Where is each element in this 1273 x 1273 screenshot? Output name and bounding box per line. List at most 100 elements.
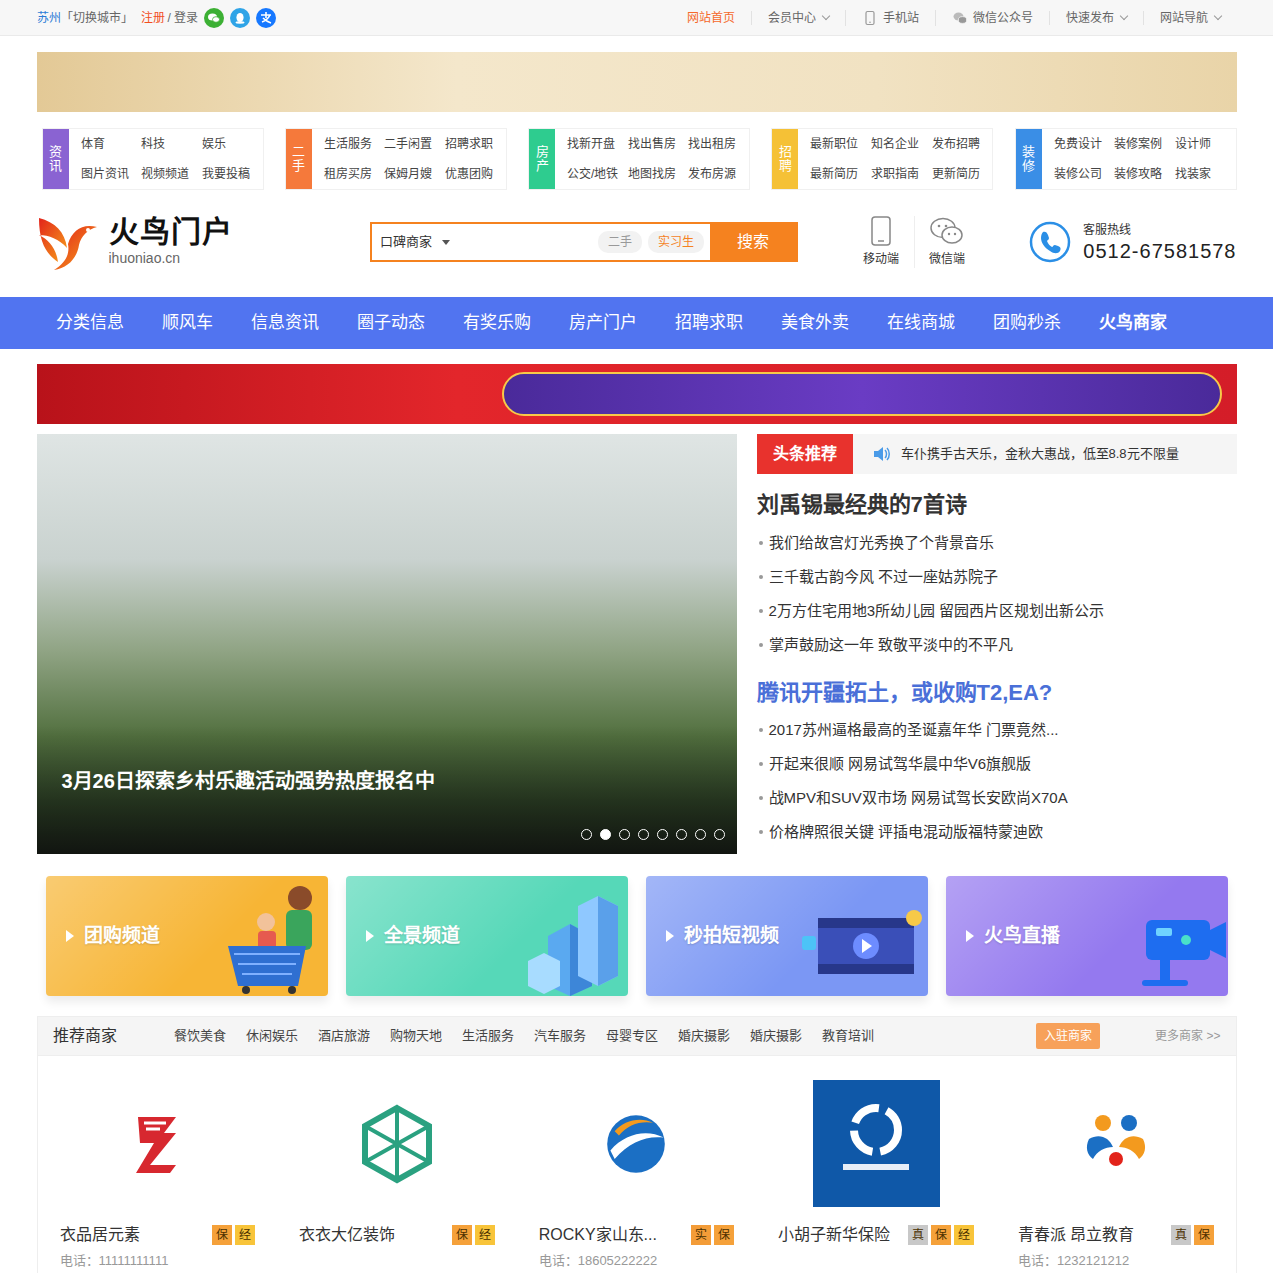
app-link[interactable]: 移动端	[848, 216, 914, 268]
category-link[interactable]: 找出售房	[628, 135, 689, 153]
news-item[interactable]: 2万方住宅用地3所幼儿园 留园西片区规划出新公示	[757, 594, 1237, 628]
top-link[interactable]: 快速发布	[1049, 11, 1143, 25]
merchant-card[interactable]: 衣品居元素保经电话：11111111111	[38, 1080, 278, 1271]
top-link[interactable]: 网站首页	[671, 11, 751, 25]
category-link[interactable]: 视频频道	[141, 165, 202, 183]
news-item[interactable]: 价格牌照很关键 评插电混动版福特蒙迪欧	[757, 815, 1237, 849]
nav-item[interactable]: 招聘求职	[675, 310, 743, 336]
merchant-card[interactable]: 青春派 昂立教育真保电话：1232121212	[996, 1080, 1236, 1271]
merchant-tab[interactable]: 酒店旅游	[318, 1026, 370, 1046]
slider-dot[interactable]	[676, 829, 687, 840]
nav-item[interactable]: 火鸟商家	[1099, 310, 1167, 336]
top-link[interactable]: 会员中心	[751, 11, 845, 25]
merchant-card[interactable]: 小胡子新华保险真保经	[756, 1080, 996, 1271]
city-name[interactable]: 苏州	[37, 9, 61, 27]
category-link[interactable]: 保姆月嫂	[384, 165, 445, 183]
qq-login-icon[interactable]	[230, 8, 250, 28]
merchant-tab[interactable]: 生活服务	[462, 1026, 514, 1046]
nav-item[interactable]: 顺风车	[162, 310, 213, 336]
category-link[interactable]: 装修案例	[1114, 135, 1175, 153]
merchant-tab[interactable]: 餐饮美食	[174, 1026, 226, 1046]
search-input[interactable]	[460, 224, 598, 260]
category-link[interactable]: 装修公司	[1054, 165, 1115, 183]
category-link[interactable]: 最新职位	[810, 135, 871, 153]
category-link[interactable]: 最新简历	[810, 165, 871, 183]
news-item[interactable]: 开起来很顺 网易试驾华晨中华V6旗舰版	[757, 747, 1237, 781]
news-item[interactable]: 三千载古韵今风 不过一座姑苏院子	[757, 560, 1237, 594]
category-link[interactable]: 公交/地铁	[567, 165, 628, 183]
merchant-card[interactable]: 衣衣大亿装饰保经	[277, 1080, 517, 1271]
category-link[interactable]: 免费设计	[1054, 135, 1115, 153]
register-link[interactable]: 注册	[141, 9, 165, 27]
nav-item[interactable]: 美食外卖	[781, 310, 849, 336]
merchant-tab[interactable]: 婚庆摄影	[750, 1026, 802, 1046]
alipay-login-icon[interactable]	[256, 8, 276, 28]
category-link[interactable]: 招聘求职	[445, 135, 506, 153]
app-link[interactable]: 微信端	[914, 216, 980, 268]
search-button[interactable]: 搜索	[710, 224, 796, 260]
category-link[interactable]: 求职指南	[871, 165, 932, 183]
ad-banner[interactable]	[37, 52, 1237, 112]
nav-item[interactable]: 分类信息	[56, 310, 124, 336]
switch-city-link[interactable]: 「切换城市」	[61, 9, 133, 27]
category-link[interactable]: 更新简历	[932, 165, 993, 183]
nav-item[interactable]: 有奖乐购	[463, 310, 531, 336]
category-link[interactable]: 生活服务	[324, 135, 385, 153]
slider-dot[interactable]	[581, 829, 592, 840]
category-link[interactable]: 我要投稿	[202, 165, 263, 183]
category-link[interactable]: 二手闲置	[384, 135, 445, 153]
channel-card[interactable]: 火鸟直播	[946, 876, 1228, 996]
nav-item[interactable]: 团购秒杀	[993, 310, 1061, 336]
headline-ticker[interactable]: 车仆携手古天乐，金秋大惠战，低至8.8元不限量	[901, 444, 1179, 464]
category-link[interactable]: 知名企业	[871, 135, 932, 153]
news-item[interactable]: 战MPV和SUV双市场 网易试驾长安欧尚X70A	[757, 781, 1237, 815]
news-headline[interactable]: 腾讯开疆拓土，或收购T2,EA?	[757, 678, 1237, 708]
search-scope-dropdown[interactable]: 口碑商家	[372, 224, 460, 260]
category-link[interactable]: 科技	[141, 135, 202, 153]
category-link[interactable]: 设计师	[1175, 135, 1236, 153]
merchant-tab[interactable]: 购物天地	[390, 1026, 442, 1046]
category-link[interactable]: 体育	[81, 135, 142, 153]
slider-dot[interactable]	[714, 829, 725, 840]
category-link[interactable]: 图片资讯	[81, 165, 142, 183]
news-item[interactable]: 掌声鼓励这一年 致敬平淡中的不平凡	[757, 628, 1237, 662]
channel-card[interactable]: 全景频道	[346, 876, 628, 996]
site-logo[interactable]: 火鸟门户ihuoniao.cn	[37, 212, 370, 272]
slider-dot[interactable]	[695, 829, 706, 840]
merchant-tab[interactable]: 婚庆摄影	[678, 1026, 730, 1046]
news-headline[interactable]: 刘禹锡最经典的7首诗	[757, 490, 1237, 520]
nav-item[interactable]: 房产门户	[569, 310, 637, 336]
slider-dot[interactable]	[619, 829, 630, 840]
slider-dot[interactable]	[600, 829, 611, 840]
category-link[interactable]: 找装家	[1175, 165, 1236, 183]
news-item[interactable]: 2017苏州逼格最高的圣诞嘉年华 门票竟然...	[757, 713, 1237, 747]
merchant-card[interactable]: ROCKY家山东...实保电话：18605222222	[517, 1080, 757, 1271]
category-link[interactable]: 发布招聘	[932, 135, 993, 153]
join-button[interactable]: 入驻商家	[1036, 1023, 1100, 1049]
nav-item[interactable]: 信息资讯	[251, 310, 319, 336]
category-link[interactable]: 找出租房	[688, 135, 749, 153]
merchant-tab[interactable]: 母婴专区	[606, 1026, 658, 1046]
search-tag[interactable]: 二手	[598, 231, 642, 253]
merchant-tab[interactable]: 教育培训	[822, 1026, 874, 1046]
channel-card[interactable]: 团购频道	[46, 876, 328, 996]
category-link[interactable]: 租房买房	[324, 165, 385, 183]
news-item[interactable]: 我们给故宫灯光秀换了个背景音乐	[757, 526, 1237, 560]
category-link[interactable]: 发布房源	[688, 165, 749, 183]
category-link[interactable]: 找新开盘	[567, 135, 628, 153]
promo-banner[interactable]	[37, 364, 1237, 424]
hero-slider[interactable]: 3月26日探索乡村乐趣活动强势热度报名中	[37, 434, 737, 854]
nav-item[interactable]: 圈子动态	[357, 310, 425, 336]
category-link[interactable]: 优惠团购	[445, 165, 506, 183]
top-link[interactable]: 微信公众号	[935, 10, 1049, 26]
slider-dot[interactable]	[657, 829, 668, 840]
more-link[interactable]: 更多商家 >>	[1155, 1027, 1220, 1045]
merchant-tab[interactable]: 汽车服务	[534, 1026, 586, 1046]
category-link[interactable]: 娱乐	[202, 135, 263, 153]
search-tag[interactable]: 实习生	[648, 231, 704, 253]
slider-dot[interactable]	[638, 829, 649, 840]
category-link[interactable]: 装修攻略	[1114, 165, 1175, 183]
nav-item[interactable]: 在线商城	[887, 310, 955, 336]
top-link[interactable]: 网站导航	[1143, 11, 1237, 25]
login-link[interactable]: 登录	[174, 9, 198, 27]
